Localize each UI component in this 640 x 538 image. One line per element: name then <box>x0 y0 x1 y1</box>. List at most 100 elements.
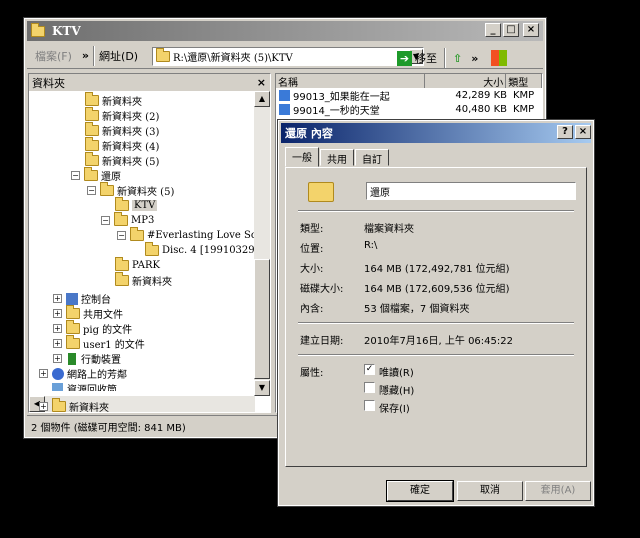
tree-item[interactable]: + 網路上的芳鄰 <box>39 366 127 381</box>
col-name[interactable]: 名稱 <box>276 74 425 89</box>
expand-icon[interactable]: + <box>53 294 62 303</box>
tree-item[interactable]: + pig 的文件 <box>53 320 132 336</box>
prop-contains: 內含: 53 個檔案，7 個資料夾 <box>300 300 469 315</box>
folder-icon <box>156 48 170 62</box>
tab-customize[interactable]: 自訂 <box>355 149 389 166</box>
folders-pane-title: 資料夾 <box>32 76 65 90</box>
prop-label: 類型: <box>300 224 324 235</box>
prop-size: 大小: 164 MB (172,492,781 位元組) <box>300 260 510 275</box>
file-size: 40,480 KB <box>455 103 507 115</box>
tree-item[interactable]: − 新資料夾 (5) <box>87 182 175 198</box>
menu-file[interactable]: 檔案(F) <box>35 48 72 64</box>
tree-item[interactable]: 新資料夾 <box>85 92 142 108</box>
tree-item[interactable]: + user1 的文件 <box>53 335 145 351</box>
tree-item[interactable]: PARK <box>115 257 161 273</box>
folders-pane-header: 資料夾 × <box>29 74 270 91</box>
tree-item[interactable]: + 新資料夾 <box>39 398 109 414</box>
control-panel-icon <box>66 292 78 305</box>
tree-item[interactable]: 新資料夾 <box>115 272 172 288</box>
checkbox-icon[interactable] <box>364 400 375 411</box>
go-label: 移至 <box>415 52 437 65</box>
cancel-button[interactable]: 取消 <box>457 481 523 501</box>
tree-item[interactable]: 新資料夾 (5) <box>85 152 159 168</box>
toolbar-more-right[interactable]: » <box>471 52 478 65</box>
readonly-checkbox[interactable]: ✓ 唯讀(R) <box>364 364 414 379</box>
collapse-icon[interactable]: − <box>117 231 126 240</box>
toolbar-more-left[interactable]: » <box>82 49 89 62</box>
tree-item-label: 資源回收筒 <box>67 385 117 391</box>
folder-icon <box>85 137 99 151</box>
tree-item-label: 新資料夾 (3) <box>102 127 160 138</box>
expand-icon[interactable]: + <box>53 324 62 333</box>
tree-item-label: 行動裝置 <box>81 355 121 366</box>
tree-item[interactable]: + 共用文件 <box>53 305 123 321</box>
collapse-icon[interactable]: − <box>101 216 110 225</box>
close-button[interactable]: × <box>523 23 539 37</box>
tree-item[interactable]: 新資料夾 (4) <box>85 137 159 153</box>
divider <box>298 354 574 356</box>
expand-icon[interactable]: + <box>53 309 62 318</box>
address-value[interactable]: R:\還原\新資料夾 (5)\KTV <box>173 49 293 64</box>
tree-item-label: PARK <box>132 260 161 271</box>
folder-icon <box>85 107 99 121</box>
tab-general[interactable]: 一般 <box>285 147 319 167</box>
tree-item-selected[interactable]: KTV <box>115 197 158 213</box>
expand-icon[interactable]: + <box>53 354 62 363</box>
prop-label: 大小: <box>300 264 324 275</box>
prop-value: 164 MB (172,609,536 位元組) <box>364 284 510 295</box>
checkbox-label: 唯讀(R) <box>379 368 414 379</box>
tree-item[interactable]: − MP3 <box>101 212 154 228</box>
up-folder-icon[interactable]: ⇧ <box>453 52 462 65</box>
prop-value: R:\ <box>364 240 378 251</box>
tree-item[interactable]: Disc. 4 [19910329] <box>145 242 255 258</box>
checkbox-icon[interactable]: ✓ <box>364 364 375 375</box>
prop-type: 類型: 檔案資料夾 <box>300 220 414 235</box>
tree-item[interactable]: 新資料夾 (3) <box>85 122 160 138</box>
explorer-titlebar[interactable]: KTV _ □ × <box>27 21 543 41</box>
collapse-icon[interactable]: − <box>87 186 96 195</box>
scroll-thumb[interactable] <box>254 259 270 379</box>
tree-item[interactable]: − #Everlasting Love Songs <box>117 227 255 243</box>
go-button[interactable]: ➔ 移至 ⇧ » <box>397 48 508 68</box>
archive-checkbox[interactable]: 保存(I) <box>364 400 410 415</box>
dialog-titlebar[interactable]: 還原 內容 ? × <box>281 123 591 143</box>
hidden-checkbox[interactable]: 隱藏(H) <box>364 382 414 397</box>
folders-pane-close-icon[interactable]: × <box>257 76 266 89</box>
tree-item-label: 新資料夾 (5) <box>117 187 175 198</box>
tree-item[interactable]: + 控制台 <box>53 291 111 306</box>
tree-item[interactable]: + 行動裝置 <box>53 351 121 366</box>
dialog-tabs: 一般 共用 自訂 <box>285 147 390 167</box>
network-icon <box>52 367 64 380</box>
file-row[interactable]: 99013_如果能在一起 42,289 KB KMP <box>276 88 542 103</box>
prop-value: 164 MB (172,492,781 位元組) <box>364 264 510 275</box>
help-button[interactable]: ? <box>557 125 573 139</box>
tree-item[interactable]: − 還原 <box>71 167 121 183</box>
expand-icon[interactable]: + <box>39 402 48 411</box>
address-bar[interactable]: R:\還原\新資料夾 (5)\KTV ▼ <box>152 47 424 66</box>
file-row[interactable]: 99014_一秒的天堂 40,480 KB KMP <box>276 102 542 117</box>
expand-icon[interactable]: + <box>53 339 62 348</box>
scroll-up-icon[interactable]: ▲ <box>254 91 270 107</box>
col-type[interactable]: 類型 <box>506 74 543 89</box>
apply-button[interactable]: 套用(A) <box>525 481 591 501</box>
kmp-file-icon <box>279 89 290 101</box>
minimize-button[interactable]: _ <box>485 23 501 37</box>
tree-item[interactable]: 資源回收筒 <box>39 381 117 391</box>
col-size[interactable]: 大小 <box>425 74 507 89</box>
prop-attributes: 屬性: <box>300 364 364 379</box>
maximize-button[interactable]: □ <box>503 23 519 37</box>
expand-icon[interactable]: + <box>39 369 48 378</box>
collapse-icon[interactable]: − <box>71 171 80 180</box>
folder-icon <box>130 227 144 241</box>
tab-sharing[interactable]: 共用 <box>320 149 354 166</box>
file-name: 99013_如果能在一起 <box>293 91 390 103</box>
folder-name-input[interactable]: 還原 <box>366 182 576 200</box>
scroll-down-icon[interactable]: ▼ <box>254 380 270 396</box>
dialog-close-button[interactable]: × <box>575 125 591 139</box>
tree-item[interactable]: 新資料夾 (2) <box>85 107 159 123</box>
folders-vertical-scrollbar[interactable]: ▲ ▼ <box>254 91 270 396</box>
prop-label: 磁碟大小: <box>300 284 344 295</box>
checkbox-icon[interactable] <box>364 382 375 393</box>
prop-location: 位置: R:\ <box>300 240 377 255</box>
ok-button[interactable]: 確定 <box>386 480 454 502</box>
